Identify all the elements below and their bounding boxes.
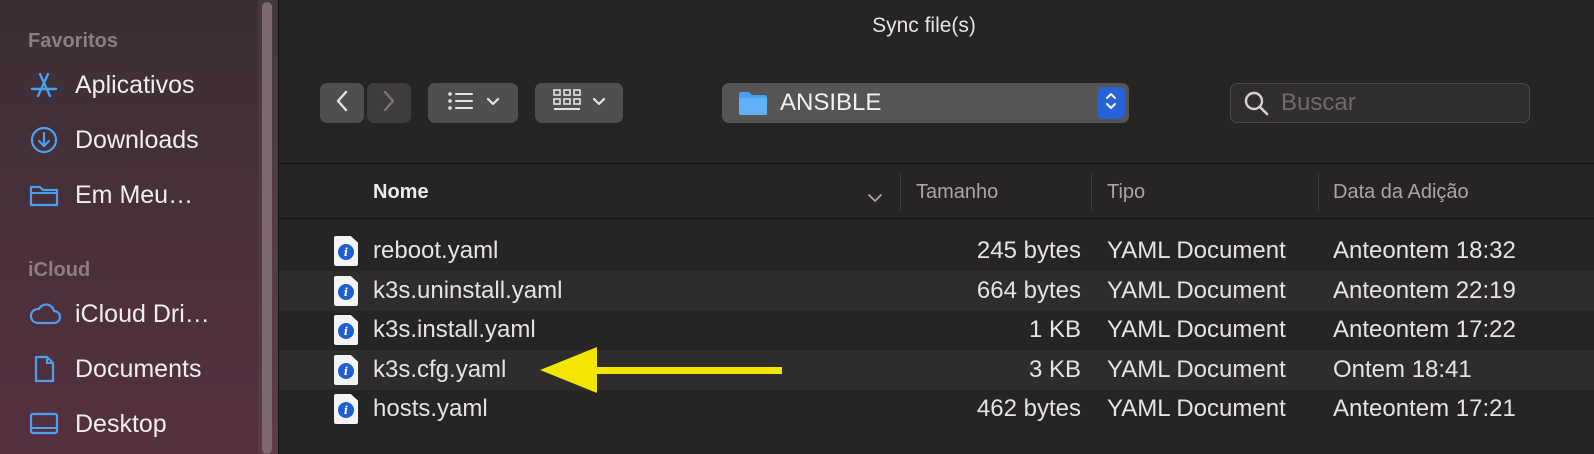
sidebar-item-label: iCloud Dri… bbox=[75, 299, 210, 328]
table-row[interactable]: i reboot.yaml 245 bytes YAML Document An… bbox=[279, 231, 1594, 271]
file-size: 462 bytes bbox=[976, 395, 1081, 422]
file-size: 3 KB bbox=[1028, 356, 1081, 383]
column-divider bbox=[1091, 174, 1092, 210]
chevron-left-icon bbox=[334, 89, 350, 118]
cloud-icon bbox=[28, 299, 62, 329]
table-row[interactable]: i k3s.cfg.yaml 3 KB YAML Document Ontem … bbox=[279, 350, 1594, 390]
column-header-name[interactable]: Nome bbox=[373, 166, 882, 218]
file-kind: YAML Document bbox=[1107, 356, 1286, 383]
file-browser-pane: Sync file(s) ANSIBLE Buscar Nome Tamanho… bbox=[278, 0, 1594, 454]
table-row[interactable]: i k3s.install.yaml 1 KB YAML Document An… bbox=[279, 310, 1594, 350]
sidebar-item-documents[interactable]: Documents bbox=[28, 349, 201, 389]
file-name: k3s.uninstall.yaml bbox=[373, 277, 563, 304]
file-name: k3s.cfg.yaml bbox=[373, 356, 507, 383]
search-field[interactable]: Buscar bbox=[1230, 83, 1530, 123]
file-size: 664 bytes bbox=[976, 277, 1081, 304]
sidebar: Favoritos Aplicativos Downloads Em Meu… … bbox=[0, 0, 278, 454]
sidebar-heading-icloud: iCloud bbox=[28, 259, 91, 281]
up-down-chevron-icon bbox=[1104, 90, 1118, 117]
column-header: Nome Tamanho Tipo Data da Adição bbox=[279, 166, 1594, 218]
yaml-file-icon: i bbox=[334, 394, 358, 424]
yaml-file-icon: i bbox=[334, 236, 358, 266]
grid-group-icon bbox=[552, 88, 582, 119]
applications-icon bbox=[28, 70, 62, 100]
column-header-label: Tipo bbox=[1107, 180, 1146, 203]
file-name: k3s.install.yaml bbox=[373, 316, 536, 343]
yaml-file-icon: i bbox=[334, 315, 358, 345]
yaml-file-icon: i bbox=[334, 355, 358, 385]
view-mode-button[interactable] bbox=[428, 83, 518, 123]
file-date: Anteontem 17:22 bbox=[1333, 316, 1516, 343]
file-date: Anteontem 22:19 bbox=[1333, 277, 1516, 304]
annotation-arrow-icon bbox=[540, 347, 782, 393]
sidebar-item-label: Em Meu… bbox=[75, 180, 194, 209]
search-icon bbox=[1243, 90, 1269, 116]
group-by-button[interactable] bbox=[535, 83, 623, 123]
window-title: Sync file(s) bbox=[872, 14, 976, 37]
column-header-size[interactable]: Tamanho bbox=[916, 166, 1086, 218]
sidebar-item-icloud-drive[interactable]: iCloud Dri… bbox=[28, 294, 210, 334]
location-label: ANSIBLE bbox=[780, 89, 882, 116]
sidebar-item-downloads[interactable]: Downloads bbox=[28, 120, 199, 160]
file-kind: YAML Document bbox=[1107, 395, 1286, 422]
column-header-label: Tamanho bbox=[916, 180, 999, 203]
location-stepper[interactable] bbox=[1097, 87, 1125, 119]
file-name: reboot.yaml bbox=[373, 237, 499, 264]
search-placeholder: Buscar bbox=[1281, 89, 1356, 116]
toolbar-divider bbox=[279, 163, 1594, 164]
sidebar-item-label: Documents bbox=[75, 354, 202, 383]
file-date: Ontem 18:41 bbox=[1333, 356, 1472, 383]
sidebar-item-on-my-mac[interactable]: Em Meu… bbox=[28, 175, 193, 215]
chevron-down-icon bbox=[486, 94, 500, 112]
table-row[interactable]: i k3s.uninstall.yaml 664 bytes YAML Docu… bbox=[279, 271, 1594, 311]
sidebar-scrollbar-thumb[interactable] bbox=[262, 2, 272, 454]
downloads-icon bbox=[28, 125, 62, 155]
folder-icon bbox=[738, 90, 768, 116]
file-date: Anteontem 17:21 bbox=[1333, 395, 1516, 422]
back-button[interactable] bbox=[320, 83, 364, 123]
yaml-file-icon: i bbox=[334, 276, 358, 306]
sidebar-item-desktop[interactable]: Desktop bbox=[28, 404, 167, 444]
column-divider bbox=[1318, 174, 1319, 210]
file-date: Anteontem 18:32 bbox=[1333, 237, 1516, 264]
file-size: 245 bytes bbox=[976, 237, 1081, 264]
document-icon bbox=[28, 354, 62, 384]
table-row[interactable]: i hosts.yaml 462 bytes YAML Document Ant… bbox=[279, 389, 1594, 429]
column-header-kind[interactable]: Tipo bbox=[1107, 166, 1307, 218]
chevron-right-icon bbox=[381, 89, 397, 118]
location-popup[interactable]: ANSIBLE bbox=[722, 83, 1129, 123]
list-view-icon bbox=[446, 89, 476, 118]
sidebar-item-label: Desktop bbox=[75, 409, 167, 438]
file-kind: YAML Document bbox=[1107, 316, 1286, 343]
sidebar-item-label: Downloads bbox=[75, 125, 199, 154]
desktop-icon bbox=[28, 409, 62, 439]
file-kind: YAML Document bbox=[1107, 237, 1286, 264]
column-header-label: Data da Adição bbox=[1333, 180, 1469, 203]
chevron-down-icon bbox=[592, 94, 606, 112]
sidebar-heading-favorites: Favoritos bbox=[28, 30, 119, 52]
forward-button[interactable] bbox=[367, 83, 411, 123]
chevron-down-icon bbox=[867, 186, 883, 209]
file-name: hosts.yaml bbox=[373, 395, 488, 422]
sidebar-item-applications[interactable]: Aplicativos bbox=[28, 65, 195, 105]
file-kind: YAML Document bbox=[1107, 277, 1286, 304]
file-size: 1 KB bbox=[1028, 316, 1081, 343]
column-header-label: Nome bbox=[373, 180, 429, 203]
column-divider bbox=[900, 174, 901, 210]
folder-icon bbox=[28, 180, 62, 210]
sidebar-item-label: Aplicativos bbox=[75, 70, 195, 99]
column-header-date-added[interactable]: Data da Adição bbox=[1333, 166, 1583, 218]
header-divider bbox=[279, 218, 1594, 219]
